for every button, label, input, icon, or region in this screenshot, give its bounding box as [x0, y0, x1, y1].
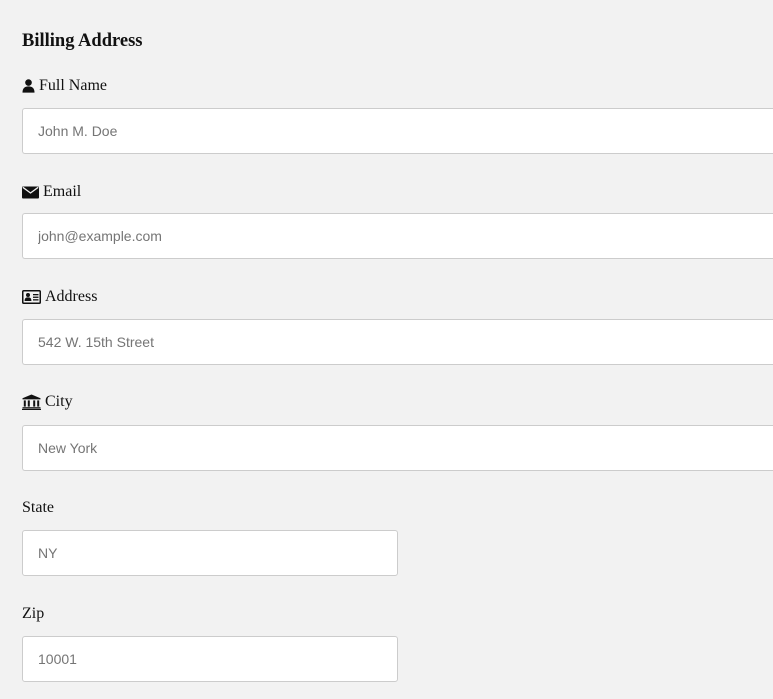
- state-input[interactable]: [22, 530, 398, 576]
- city-input[interactable]: [22, 425, 773, 471]
- address-card-icon: [22, 290, 41, 304]
- address-label-text: Address: [45, 288, 98, 305]
- full-name-input[interactable]: [22, 108, 773, 154]
- zip-input[interactable]: [22, 636, 398, 682]
- institution-icon: [22, 394, 41, 410]
- zip-label-text: Zip: [22, 605, 45, 622]
- user-icon: [22, 79, 35, 93]
- city-label: City: [22, 392, 73, 412]
- zip-label: Zip: [22, 604, 44, 624]
- email-label: Email: [22, 182, 81, 202]
- full-name-label: Full Name: [22, 76, 107, 96]
- address-label: Address: [22, 287, 97, 307]
- address-input[interactable]: [22, 319, 773, 365]
- email-label-text: Email: [43, 183, 82, 200]
- full-name-label-text: Full Name: [39, 77, 107, 94]
- email-input[interactable]: [22, 213, 773, 259]
- billing-address-heading: Billing Address: [22, 31, 143, 51]
- state-label-text: State: [22, 499, 54, 516]
- envelope-icon: [22, 186, 39, 199]
- city-label-text: City: [45, 393, 73, 410]
- state-label: State: [22, 498, 54, 518]
